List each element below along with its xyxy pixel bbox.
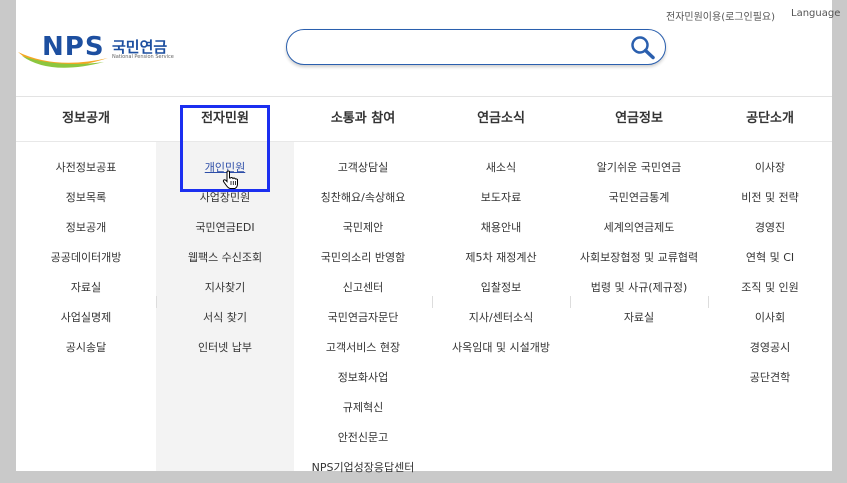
submenu-item[interactable]: 자료실 bbox=[570, 303, 708, 333]
submenu-item[interactable]: 경영공시 bbox=[708, 333, 832, 363]
submenu-item[interactable]: 칭찬해요/속상해요 bbox=[294, 183, 432, 213]
submenu-item[interactable]: 사업실명제 bbox=[16, 303, 156, 333]
submenu-item[interactable]: 웹팩스 수신조회 bbox=[156, 243, 294, 273]
submenu-pension-info: 알기쉬운 국민연금 국민연금통계 세계의연금제도 사회보장협정 및 교류협력 법… bbox=[570, 153, 708, 333]
nav-info-disclosure[interactable]: 정보공개 bbox=[16, 97, 156, 141]
submenu-item[interactable]: 정보화사업 bbox=[294, 363, 432, 393]
submenu-item[interactable]: NPS기업성장응답센터 bbox=[294, 453, 432, 483]
submenu-item[interactable]: 국민의소리 반영함 bbox=[294, 243, 432, 273]
nav-communication[interactable]: 소통과 참여 bbox=[294, 97, 432, 141]
submenu-item[interactable]: 정보공개 bbox=[16, 213, 156, 243]
submenu-item[interactable]: 이사장 bbox=[708, 153, 832, 183]
submenu-item[interactable]: 고객상담실 bbox=[294, 153, 432, 183]
submenu-item[interactable]: 신고센터 bbox=[294, 273, 432, 303]
logo-mark: NPS bbox=[42, 32, 105, 62]
submenu-item[interactable]: 지사찾기 bbox=[156, 273, 294, 303]
submenu-item[interactable]: 정보목록 bbox=[16, 183, 156, 213]
main-nav: 정보공개 전자민원 소통과 참여 연금소식 연금정보 공단소개 bbox=[16, 97, 832, 142]
nav-about[interactable]: 공단소개 bbox=[708, 97, 832, 141]
submenu-item[interactable]: 알기쉬운 국민연금 bbox=[570, 153, 708, 183]
nav-pension-info[interactable]: 연금정보 bbox=[570, 97, 708, 141]
submenu-item[interactable]: 인터넷 납부 bbox=[156, 333, 294, 363]
submenu-item[interactable]: 공공데이터개방 bbox=[16, 243, 156, 273]
submenu-item[interactable]: 지사/센터소식 bbox=[432, 303, 570, 333]
search-input[interactable] bbox=[303, 36, 627, 60]
util-link-language[interactable]: Language bbox=[791, 8, 840, 19]
submenu-item[interactable]: 자료실 bbox=[16, 273, 156, 303]
submenu-item[interactable]: 고객서비스 현장 bbox=[294, 333, 432, 363]
submenu-about: 이사장 비전 및 전략 경영진 연혁 및 CI 조직 및 인원 이사회 경영공시… bbox=[708, 153, 832, 393]
submenu-item[interactable]: 국민연금자문단 bbox=[294, 303, 432, 333]
column-divider bbox=[432, 296, 433, 308]
submenu-item[interactable]: 비전 및 전략 bbox=[708, 183, 832, 213]
column-divider bbox=[708, 296, 709, 308]
nav-pension-news[interactable]: 연금소식 bbox=[432, 97, 570, 141]
submenu-pension-news: 새소식 보도자료 채용안내 제5차 재정계산 입찰정보 지사/센터소식 사옥임대… bbox=[432, 153, 570, 363]
submenu-item[interactable]: 보도자료 bbox=[432, 183, 570, 213]
submenu-item[interactable]: 조직 및 인원 bbox=[708, 273, 832, 303]
util-link-epetition[interactable]: 전자민원이용(로그인필요) bbox=[666, 8, 775, 23]
submenu-item[interactable]: 국민연금EDI bbox=[156, 213, 294, 243]
column-divider bbox=[156, 296, 157, 308]
logo-name-eng: National Pension Service bbox=[112, 54, 174, 60]
search-box bbox=[286, 29, 666, 65]
site-header: 전자민원이용(로그인필요) Language NPS 국민연금 National… bbox=[16, 0, 840, 97]
search-icon bbox=[631, 36, 655, 60]
submenu-item[interactable]: 새소식 bbox=[432, 153, 570, 183]
submenu-communication: 고객상담실 칭찬해요/속상해요 국민제안 국민의소리 반영함 신고센터 국민연금… bbox=[294, 153, 432, 483]
submenu-item[interactable]: 공시송달 bbox=[16, 333, 156, 363]
submenu-item[interactable]: 국민제안 bbox=[294, 213, 432, 243]
submenu-info-disclosure: 사전정보공표 정보목록 정보공개 공공데이터개방 자료실 사업실명제 공시송달 bbox=[16, 153, 156, 363]
submenu-item[interactable]: 경영진 bbox=[708, 213, 832, 243]
submenu-item[interactable]: 사전정보공표 bbox=[16, 153, 156, 183]
column-divider bbox=[570, 296, 571, 308]
submenu-item[interactable]: 이사회 bbox=[708, 303, 832, 333]
submenu-item[interactable]: 법령 및 사규(제규정) bbox=[570, 273, 708, 303]
submenu-item[interactable]: 국민연금통계 bbox=[570, 183, 708, 213]
submenu-item[interactable]: 연혁 및 CI bbox=[708, 243, 832, 273]
submenu-item[interactable]: 입찰정보 bbox=[432, 273, 570, 303]
hand-cursor-icon bbox=[222, 170, 238, 189]
submenu-item[interactable]: 채용안내 bbox=[432, 213, 570, 243]
submenu-item[interactable]: 안전신문고 bbox=[294, 423, 432, 453]
submenu-item[interactable]: 공단견학 bbox=[708, 363, 832, 393]
submenu-item[interactable]: 세계의연금제도 bbox=[570, 213, 708, 243]
search-button[interactable] bbox=[629, 34, 657, 60]
submenu-item[interactable]: 서식 찾기 bbox=[156, 303, 294, 333]
submenu-item[interactable]: 사옥임대 및 시설개방 bbox=[432, 333, 570, 363]
submenu-item[interactable]: 제5차 재정계산 bbox=[432, 243, 570, 273]
submenu-item[interactable]: 사회보장협정 및 교류협력 bbox=[570, 243, 708, 273]
submenu-item[interactable]: 규제혁신 bbox=[294, 393, 432, 423]
nps-logo[interactable]: NPS 국민연금 National Pension Service bbox=[16, 26, 186, 78]
